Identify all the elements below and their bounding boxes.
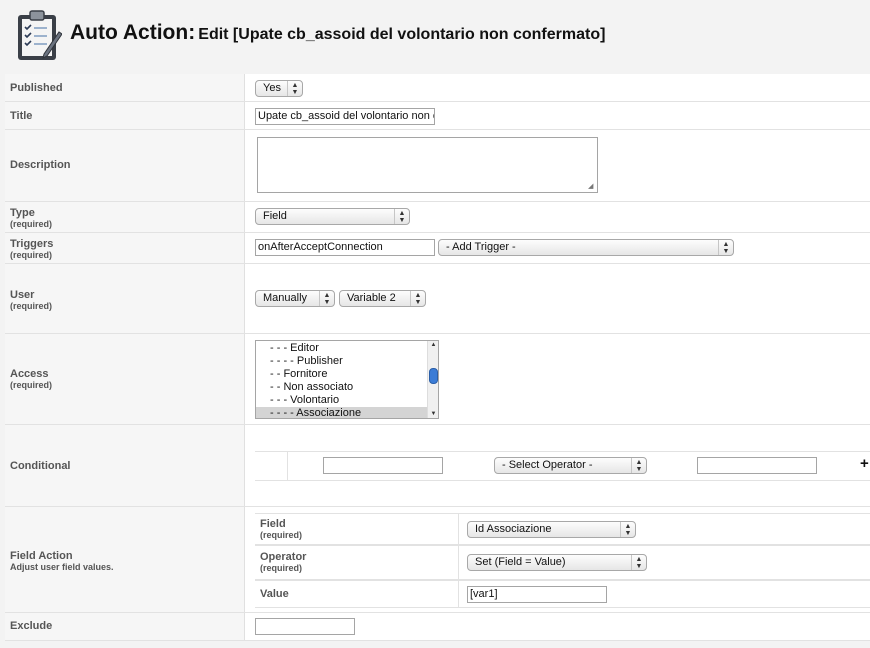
published-select[interactable]: Yes ▲ ▼	[255, 80, 303, 97]
field-action-operator-label: Operator	[260, 551, 307, 563]
type-label: Type	[10, 207, 35, 219]
access-listbox[interactable]: - - - Editor - - - - Publisher - - Forni…	[255, 340, 439, 419]
access-option[interactable]: - - - Volontario	[256, 394, 428, 407]
triggers-label: Triggers	[10, 238, 54, 250]
select-arrows-icon: ▲ ▼	[319, 291, 334, 306]
conditional-operator-select[interactable]: - Select Operator - ▲ ▼	[494, 457, 647, 474]
required-note: (required)	[10, 380, 53, 390]
field-action-field-select[interactable]: Id Associazione ▲ ▼	[467, 521, 636, 538]
field-action-value-label: Value	[260, 588, 289, 600]
user-variable-select[interactable]: Variable 2 ▲ ▼	[339, 290, 426, 307]
published-label: Published	[10, 82, 63, 94]
triggers-input[interactable]: onAfterAcceptConnection	[255, 239, 435, 256]
conditional-label: Conditional	[10, 460, 71, 472]
user-mode-select[interactable]: Manually ▲ ▼	[255, 290, 335, 307]
required-note: (required)	[260, 530, 303, 540]
row-exclude: Exclude	[5, 613, 870, 641]
row-access: Access (required) - - - Editor - - - - P…	[5, 334, 870, 425]
required-note: (required)	[10, 219, 53, 229]
row-triggers: Triggers (required) onAfterAcceptConnect…	[5, 233, 870, 264]
access-option[interactable]: - - - Editor	[256, 342, 428, 355]
row-type: Type (required) Field ▲ ▼	[5, 202, 870, 233]
field-action-label: Field Action	[10, 550, 73, 562]
add-trigger-select[interactable]: - Add Trigger - ▲ ▼	[438, 239, 734, 256]
field-action-field-label: Field	[260, 518, 286, 530]
scroll-up-icon[interactable]: ▲	[429, 342, 438, 348]
page-title-sub: Edit [Upate cb_assoid del volontario non…	[198, 26, 606, 43]
access-option[interactable]: - - Fornitore	[256, 368, 428, 381]
field-action-value-row: Value [var1]	[255, 580, 870, 608]
conditional-value-input[interactable]	[697, 457, 817, 474]
row-published: Published Yes ▲ ▼	[5, 74, 870, 102]
access-option[interactable]: - - Non associato	[256, 381, 428, 394]
select-arrows-icon: ▲ ▼	[620, 522, 635, 537]
user-label: User	[10, 289, 35, 301]
add-condition-button[interactable]: +	[860, 455, 869, 472]
select-arrows-icon: ▲ ▼	[718, 240, 733, 255]
required-note: (required)	[10, 250, 53, 260]
title-label: Title	[10, 110, 33, 122]
row-conditional: Conditional - Select Operator - ▲ ▼ +	[5, 425, 870, 507]
title-input[interactable]: Upate cb_assoid del volontario non confe…	[255, 108, 435, 125]
description-label: Description	[10, 159, 71, 171]
field-action-description: Adjust user field values.	[10, 562, 114, 572]
page-header: Auto Action: Edit [Upate cb_assoid del v…	[0, 0, 870, 74]
row-title: Title Upate cb_assoid del volontario non…	[5, 102, 870, 130]
row-field-action: Field Action Adjust user field values. F…	[5, 507, 870, 613]
access-option-selected[interactable]: - - - - Associazione	[256, 407, 428, 418]
exclude-label: Exclude	[10, 620, 53, 632]
conditional-field-input[interactable]	[323, 457, 443, 474]
row-description: Description ◢	[5, 130, 870, 202]
scroll-thumb[interactable]	[429, 368, 438, 384]
access-scrollbar[interactable]: ▲ ▼	[427, 341, 438, 418]
scroll-down-icon[interactable]: ▼	[429, 411, 438, 417]
clipboard-checklist-icon	[16, 10, 63, 62]
required-note: (required)	[260, 563, 303, 573]
page-title-main: Auto Action:	[70, 21, 196, 44]
field-action-field-row: Field (required) Id Associazione ▲ ▼	[255, 513, 870, 545]
field-action-operator-row: Operator (required) Set (Field = Value) …	[255, 545, 870, 580]
conditional-row: - Select Operator - ▲ ▼ +	[255, 451, 870, 481]
row-user: User (required) Manually ▲ ▼ Variable 2 ▲…	[5, 264, 870, 334]
select-arrows-icon: ▲ ▼	[410, 291, 425, 306]
access-label: Access	[10, 368, 49, 380]
select-arrows-icon: ▲ ▼	[631, 458, 646, 473]
access-option[interactable]: - - - - Publisher	[256, 355, 428, 368]
resize-grip-icon[interactable]: ◢	[588, 183, 596, 191]
exclude-input[interactable]	[255, 618, 355, 635]
select-arrows-icon: ▲ ▼	[631, 555, 646, 570]
select-arrows-icon: ▲ ▼	[287, 81, 302, 96]
select-arrows-icon: ▲ ▼	[394, 209, 409, 224]
required-note: (required)	[10, 301, 53, 311]
field-action-value-input[interactable]: [var1]	[467, 586, 607, 603]
type-select[interactable]: Field ▲ ▼	[255, 208, 410, 225]
field-action-operator-select[interactable]: Set (Field = Value) ▲ ▼	[467, 554, 647, 571]
page-title: Auto Action: Edit [Upate cb_assoid del v…	[70, 21, 605, 45]
description-textarea[interactable]: ◢	[257, 137, 598, 193]
